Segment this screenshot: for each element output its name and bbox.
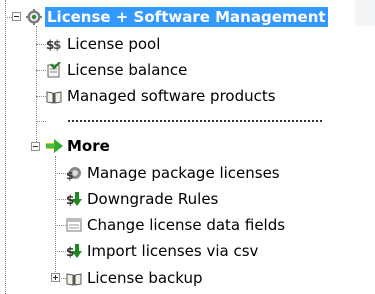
tree-item-label: Downgrade Rules — [87, 190, 219, 208]
tree-item-label: Managed software products — [67, 87, 276, 105]
tree-item-more[interactable]: More — [46, 135, 112, 157]
tree-item-managed-software-products[interactable]: Managed software products — [46, 85, 278, 107]
tree-line — [55, 156, 56, 278]
book-icon — [66, 270, 82, 286]
downgrade-icon: $ — [66, 191, 82, 207]
tree-item-label: Manage package licenses — [87, 164, 280, 182]
tree-item-label: More — [67, 137, 110, 155]
license-backup-expand-toggle[interactable] — [51, 273, 60, 282]
separator — [68, 120, 322, 122]
tree-line — [55, 173, 66, 174]
tree-item-license-balance[interactable]: License balance — [46, 59, 189, 81]
package-license-icon: $ — [66, 165, 82, 182]
tree-item-change-license-data-fields[interactable]: Change license data fields — [66, 214, 287, 236]
svg-text:$: $ — [66, 169, 74, 181]
tree-item-label: Import licenses via csv — [87, 242, 259, 260]
tree-item-license-software-management[interactable]: License + Software Management — [26, 6, 328, 28]
svg-text:$: $ — [53, 38, 61, 52]
arrow-right-icon — [46, 138, 63, 154]
tree-item-label: License pool — [67, 35, 161, 53]
tree-item-license-pool[interactable]: $ $ License pool — [46, 33, 162, 55]
tree-item-license-backup[interactable]: License backup — [66, 267, 205, 289]
tree-item-downgrade-rules[interactable]: $ Downgrade Rules — [66, 188, 220, 210]
tree-line — [36, 70, 46, 71]
tree-item-label: License backup — [87, 269, 203, 287]
tree-line — [55, 251, 66, 252]
root-collapse-toggle[interactable] — [12, 12, 21, 21]
import-csv-icon: $ — [66, 243, 82, 259]
license-pool-icon: $ $ — [46, 36, 62, 52]
tree-line — [36, 121, 46, 122]
background-panel-strip — [355, 0, 375, 26]
tree-item-label: Change license data fields — [87, 216, 286, 234]
data-fields-icon — [66, 217, 82, 233]
gear-icon — [26, 9, 42, 25]
tree-line — [36, 96, 46, 97]
tree-item-label: License balance — [67, 61, 188, 79]
more-collapse-toggle[interactable] — [31, 142, 40, 151]
tree-line — [55, 225, 66, 226]
license-balance-icon — [46, 61, 62, 78]
book-icon — [46, 88, 62, 104]
tree-line — [55, 199, 66, 200]
tree-item-import-licenses-via-csv[interactable]: $ Import licenses via csv — [66, 240, 260, 262]
tree-item-label: License + Software Management — [45, 7, 328, 27]
tree-line — [36, 44, 46, 45]
navigation-tree: License + Software Management $ $ Licens… — [0, 0, 375, 294]
tree-item-manage-package-licenses[interactable]: $ Manage package licenses — [66, 162, 282, 184]
tree-line — [5, 0, 6, 294]
